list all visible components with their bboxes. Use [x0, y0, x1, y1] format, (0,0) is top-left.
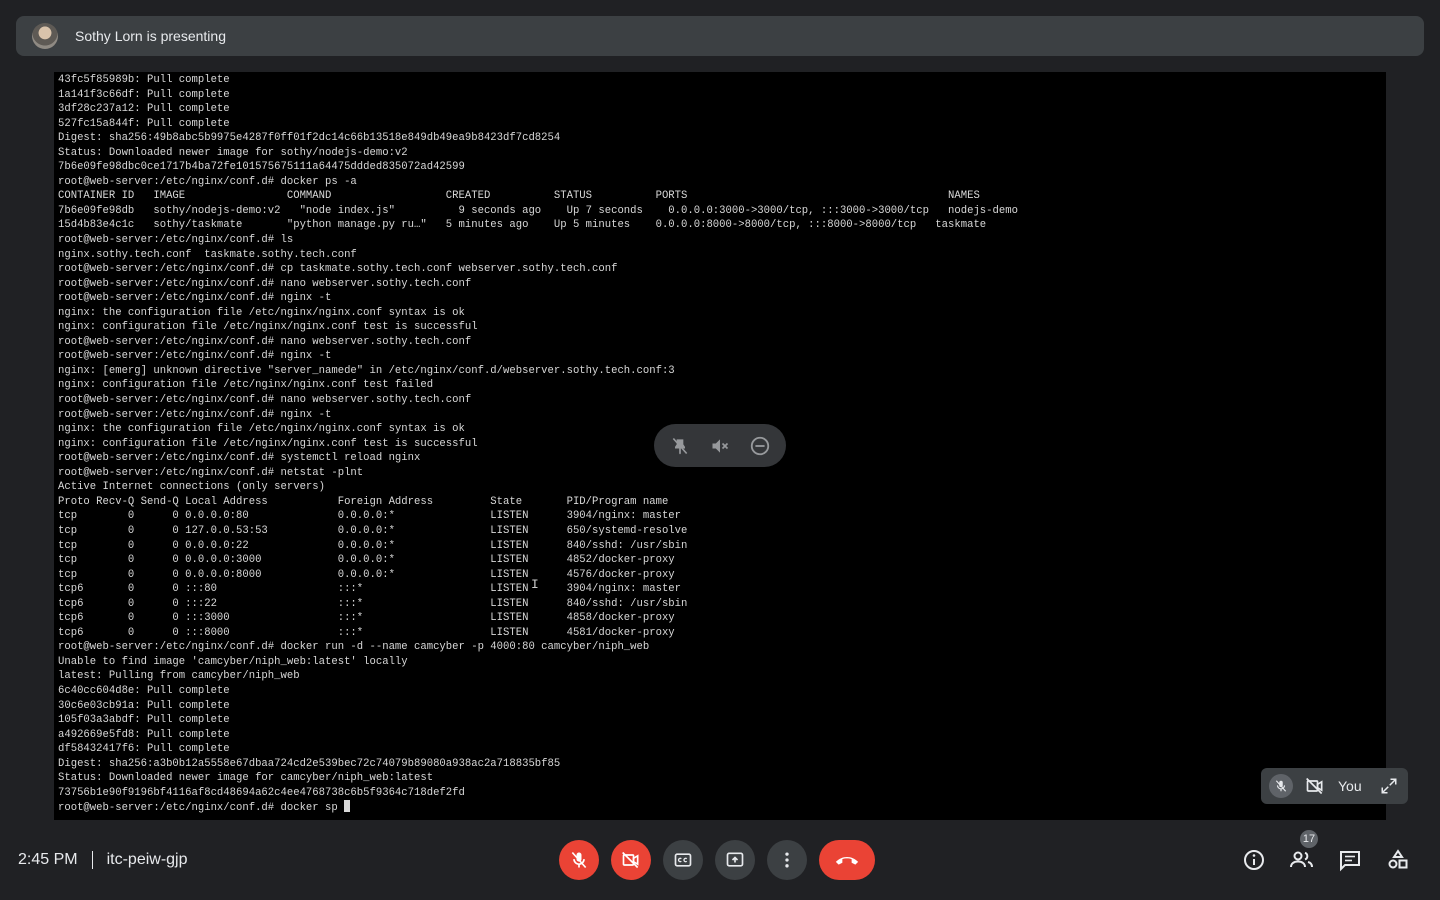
terminal-cursor	[344, 800, 351, 813]
terminal-line: nginx: the configuration file /etc/nginx…	[58, 423, 465, 436]
present-screen-icon	[726, 852, 744, 867]
videocam-off-icon	[1306, 777, 1323, 795]
terminal-line: nginx: the configuration file /etc/nginx…	[58, 306, 465, 319]
self-camera-status	[1303, 774, 1327, 798]
terminal-line: a492669e5fd8: Pull complete	[58, 728, 230, 741]
terminal-line: nginx: configuration file /etc/nginx/ngi…	[58, 437, 478, 450]
terminal-line: tcp 0 0 0.0.0.0:22 0.0.0.0:* LISTEN 840/…	[58, 539, 688, 552]
activities-icon	[1388, 849, 1408, 869]
present-now-button[interactable]	[715, 840, 755, 880]
side-panel-buttons: 17	[1240, 830, 1412, 876]
activities-button[interactable]	[1384, 846, 1412, 874]
tile-overlay-controls	[654, 424, 786, 467]
terminal-line: 105f03a3abdf: Pull complete	[58, 714, 230, 727]
terminal-line: root@web-server:/etc/nginx/conf.d# netst…	[58, 466, 364, 479]
terminal-line: root@web-server:/etc/nginx/conf.d# nano …	[58, 277, 472, 290]
expand-icon	[1381, 778, 1397, 794]
expand-self-view-button[interactable]	[1377, 774, 1401, 798]
terminal-line: root@web-server:/etc/nginx/conf.d# nano …	[58, 394, 472, 407]
presenter-avatar	[32, 23, 58, 49]
terminal-line: tcp 0 0 0.0.0.0:3000 0.0.0.0:* LISTEN 48…	[58, 554, 675, 567]
more-options-button[interactable]	[767, 840, 807, 880]
self-view-label: You	[1338, 778, 1362, 794]
terminal-line: tcp 0 0 127.0.0.53:53 0.0.0.0:* LISTEN 6…	[58, 524, 688, 537]
presenter-banner: Sothy Lorn is presenting	[16, 16, 1424, 56]
closed-caption-icon	[674, 853, 692, 867]
terminal-line: df58432417f6: Pull complete	[58, 743, 230, 756]
people-button[interactable]: 17	[1288, 830, 1318, 874]
terminal-line: root@web-server:/etc/nginx/conf.d# syste…	[58, 452, 421, 465]
mic-off-icon	[571, 851, 587, 869]
terminal-line: Digest: sha256:49b8abc5b9975e4287f0ff01f…	[58, 132, 561, 145]
terminal-line: root@web-server:/etc/nginx/conf.d# docke…	[58, 175, 357, 188]
terminal-line: root@web-server:/etc/nginx/conf.d# ls	[58, 234, 294, 247]
clock-time: 2:45 PM	[18, 851, 78, 868]
minus-circle-icon	[750, 436, 770, 455]
camera-toggle-button[interactable]	[611, 840, 651, 880]
terminal-line: root@web-server:/etc/nginx/conf.d# nginx…	[58, 350, 332, 363]
mic-off-icon	[1275, 780, 1287, 792]
terminal-line: root@web-server:/etc/nginx/conf.d# nano …	[58, 335, 472, 348]
meeting-details: 2:45 PM itc-peiw-gjp	[18, 848, 188, 872]
terminal-line: 43fc5f85989b: Pull complete	[58, 74, 230, 86]
unpin-button[interactable]	[665, 431, 695, 461]
terminal-line: tcp6 0 0 :::3000 :::* LISTEN 4858/docker…	[58, 612, 675, 625]
self-view-tile[interactable]: You	[1261, 768, 1408, 804]
terminal-line: 30c6e03cb91a: Pull complete	[58, 699, 230, 712]
terminal-line: nginx: configuration file /etc/nginx/ngi…	[58, 379, 434, 392]
participant-count-badge: 17	[1300, 830, 1318, 848]
terminal-line: latest: Pulling from camcyber/niph_web	[58, 670, 300, 683]
leave-call-button[interactable]	[819, 840, 875, 880]
terminal-line: nginx: [emerg] unknown directive "server…	[58, 364, 675, 377]
terminal-line: Active Internet connections (only server…	[58, 481, 326, 494]
terminal-line: tcp6 0 0 :::8000 :::* LISTEN 4581/docker…	[58, 626, 675, 639]
volume-off-icon	[712, 438, 729, 453]
presenter-label: Sothy Lorn is presenting	[75, 28, 226, 44]
terminal-line: nginx: configuration file /etc/nginx/ngi…	[58, 321, 478, 334]
terminal-prompt-line: root@web-server:/etc/nginx/conf.d# docke…	[58, 800, 1018, 815]
captions-button[interactable]	[663, 840, 703, 880]
terminal-line: Proto Recv-Q Send-Q Local Address Foreig…	[58, 495, 669, 508]
terminal-line: root@web-server:/etc/nginx/conf.d# cp ta…	[58, 263, 618, 276]
terminal-line: Status: Downloaded newer image for camcy…	[58, 772, 434, 785]
text-cursor-icon: I	[531, 577, 539, 592]
terminal-line: nginx.sothy.tech.conf taskmate.sothy.tec…	[58, 248, 357, 261]
people-icon	[1290, 851, 1313, 868]
pin-off-icon	[672, 437, 688, 454]
terminal-line: root@web-server:/etc/nginx/conf.d# nginx…	[58, 408, 332, 421]
terminal-line: Digest: sha256:a3b0b12a5558e67dbaa724cd2…	[58, 757, 561, 770]
terminal-line: root@web-server:/etc/nginx/conf.d# docke…	[58, 641, 650, 654]
videocam-off-icon	[622, 851, 639, 869]
terminal-line: Unable to find image 'camcyber/niph_web:…	[58, 655, 408, 668]
more-vert-icon	[785, 852, 789, 868]
mute-tile-button[interactable]	[705, 431, 735, 461]
call-end-icon	[835, 856, 859, 865]
terminal-line: tcp6 0 0 :::22 :::* LISTEN 840/sshd: /us…	[58, 597, 688, 610]
meeting-details-button[interactable]	[1240, 846, 1268, 874]
divider	[91, 851, 93, 869]
terminal-line: 7b6e09fe98dbc0ce1717b4ba72fe101575675111…	[58, 161, 465, 174]
terminal-line: tcp 0 0 0.0.0.0:80 0.0.0.0:* LISTEN 3904…	[58, 510, 682, 523]
terminal-line: 6c40cc604d8e: Pull complete	[58, 684, 230, 697]
terminal-line: 527fc15a844f: Pull complete	[58, 117, 230, 130]
terminal-line: 73756b1e90f9196bf4116af8cd48694a62c4ee47…	[58, 786, 465, 799]
call-controls	[559, 840, 875, 880]
terminal-line: 15d4b83e4c1c sothy/taskmate "python mana…	[58, 219, 987, 232]
chat-button[interactable]	[1336, 846, 1364, 874]
chat-icon	[1340, 851, 1360, 872]
terminal-line: root@web-server:/etc/nginx/conf.d# nginx…	[58, 292, 332, 305]
terminal-line: 1a141f3c66df: Pull complete	[58, 88, 230, 101]
terminal-prompt-text: root@web-server:/etc/nginx/conf.d# docke…	[58, 802, 345, 815]
terminal-line: 7b6e09fe98db sothy/nodejs-demo:v2 "node …	[58, 204, 1018, 217]
terminal-line: 3df28c237a12: Pull complete	[58, 103, 230, 116]
terminal-output: 43fc5f85989b: Pull complete 1a141f3c66df:…	[58, 73, 1018, 815]
meeting-code: itc-peiw-gjp	[106, 851, 188, 868]
info-icon	[1244, 850, 1264, 870]
self-mic-status	[1269, 774, 1293, 798]
terminal-line: Status: Downloaded newer image for sothy…	[58, 146, 408, 159]
microphone-toggle-button[interactable]	[559, 840, 599, 880]
remove-tile-button[interactable]	[745, 431, 775, 461]
terminal-line: CONTAINER ID IMAGE COMMAND CREATED STATU…	[58, 190, 980, 203]
